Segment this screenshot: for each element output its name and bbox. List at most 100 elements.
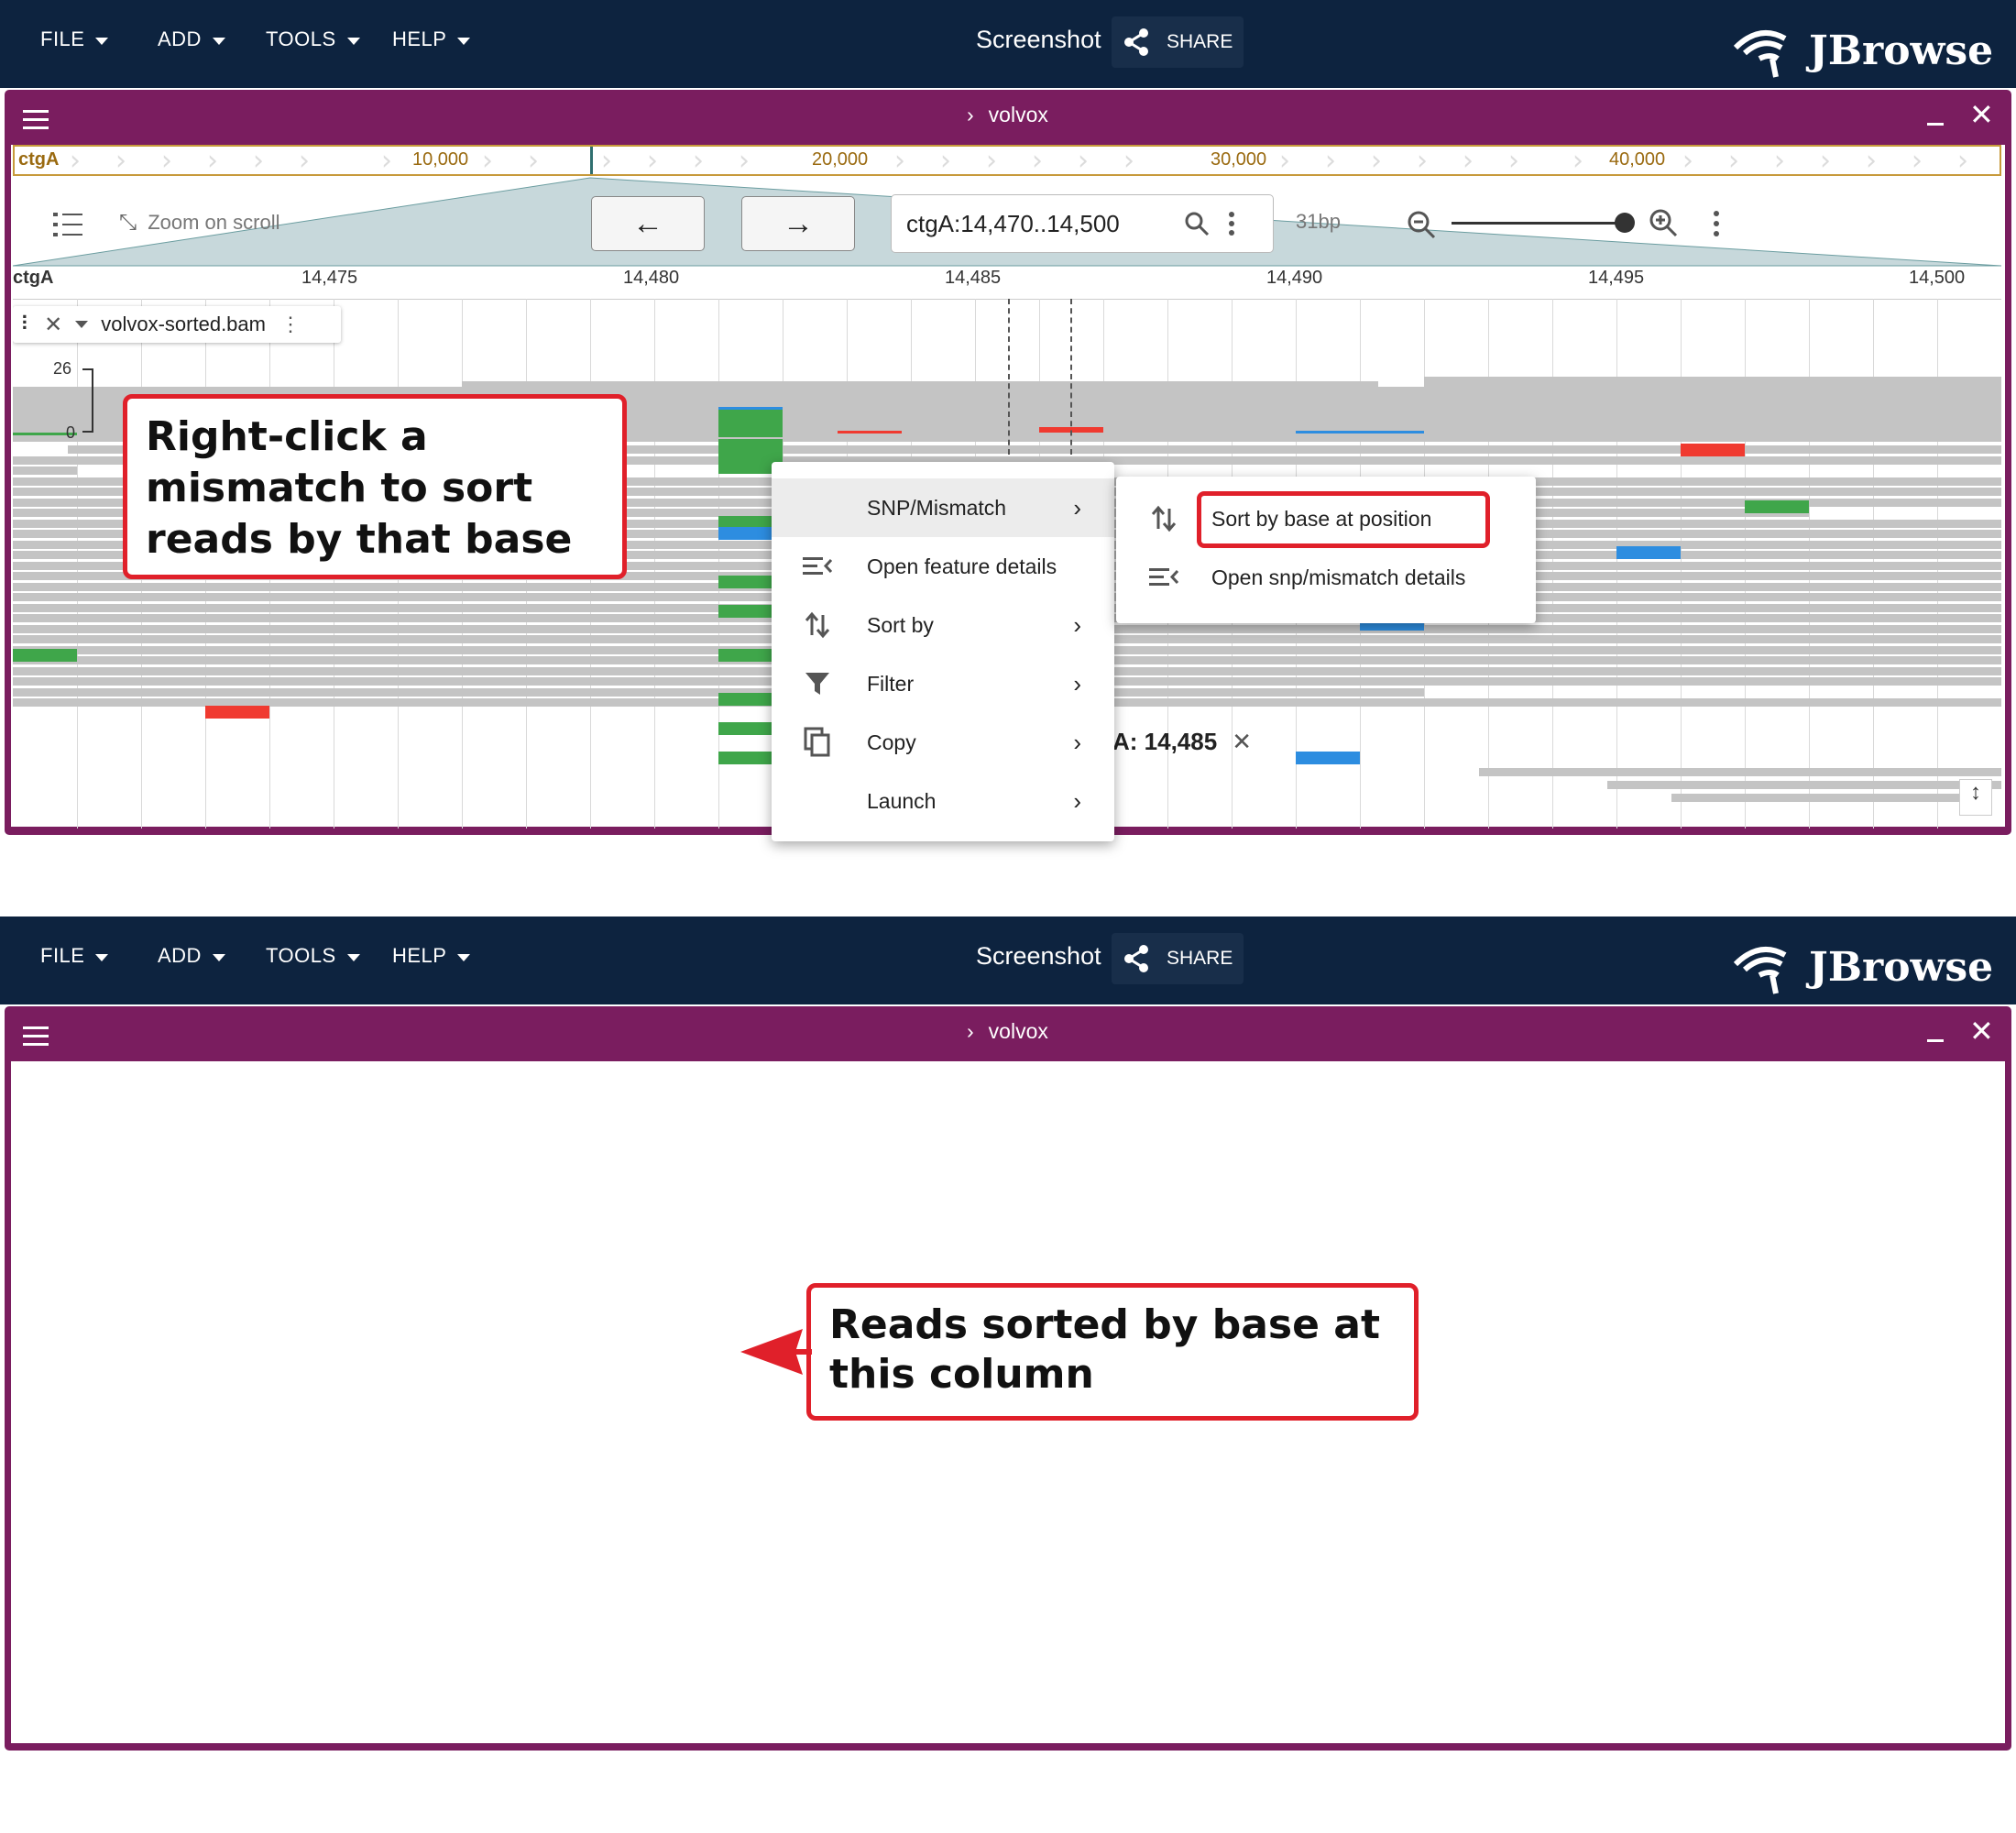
help-menu-button[interactable]: HELP [392, 944, 471, 968]
read-row[interactable] [1607, 781, 2001, 789]
view-header: › volvox ✕ [5, 1006, 2011, 1061]
minimize-icon[interactable] [1927, 1039, 1944, 1042]
add-menu-button[interactable]: ADD [158, 27, 225, 51]
location-value: ctgA:14,470..14,500 [906, 210, 1120, 237]
view-options-more-icon[interactable] [1712, 209, 1721, 238]
logo-text: JBrowse [1809, 27, 1994, 74]
coverage-snp-bar[interactable] [1296, 431, 1424, 434]
tools-menu-label: TOOLS [266, 27, 336, 50]
track-label[interactable]: ⠇ ✕ volvox-sorted.bam ⋮ [13, 306, 341, 343]
view-title[interactable]: › volvox [967, 1019, 1048, 1044]
mismatch-marker[interactable] [1681, 444, 1745, 456]
read-row[interactable] [1479, 768, 2001, 776]
close-view-icon[interactable]: ✕ [1969, 1014, 1994, 1048]
chevron-right-icon: › [1073, 610, 1081, 639]
add-menu-button[interactable]: ADD [158, 944, 225, 968]
menu-item-label: Sort by [867, 612, 934, 637]
chevron-right-icon: › [1073, 728, 1081, 756]
share-label: SHARE [1167, 948, 1233, 969]
more-vert-icon[interactable] [1227, 210, 1236, 237]
menu-item-label: Launch [867, 788, 937, 813]
tools-menu-button[interactable]: TOOLS [266, 27, 360, 51]
close-position-icon[interactable]: ✕ [1232, 728, 1252, 756]
menu-item-launch[interactable]: Launch › [772, 772, 1114, 830]
resize-height-icon[interactable]: ↕ [1959, 779, 1992, 816]
file-menu-button[interactable]: FILE [40, 944, 109, 968]
zoom-on-scroll-toggle[interactable]: ⤡ Zoom on scroll [119, 210, 279, 236]
close-view-icon[interactable]: ✕ [1969, 97, 1994, 132]
view-menu-icon[interactable] [23, 1026, 49, 1051]
bp-width-label: 31bp [1296, 210, 1341, 233]
mismatch-marker[interactable] [1296, 752, 1360, 764]
mismatch-marker[interactable] [205, 706, 269, 719]
coverage-min-label: 0 [66, 423, 76, 442]
share-button[interactable]: SHARE [1112, 16, 1244, 68]
mismatch-marker[interactable] [1616, 546, 1681, 559]
chevron-right-icon: › [967, 103, 974, 126]
chevron-right-icon: › [1073, 669, 1081, 697]
logo-text: JBrowse [1809, 943, 1994, 991]
swap-vert-icon [803, 610, 832, 640]
menu-item-open-feature-details[interactable]: Open feature details [772, 537, 1114, 596]
mismatch-marker[interactable] [13, 649, 77, 662]
coverage-bar [1424, 377, 2001, 388]
file-menu-button[interactable]: FILE [40, 27, 109, 51]
overview-scalebar[interactable]: › › › › › › › › › › › › › › › › › › › › › › › › › › › › › › › › › ctgA 1… [13, 145, 2001, 176]
caret-down-icon [95, 37, 109, 45]
share-label: SHARE [1167, 31, 1233, 52]
arrow-right-icon: → [783, 205, 814, 241]
chevron-right-icon: › [1073, 786, 1081, 815]
menu-item-snp-mismatch[interactable]: SNP/Mismatch › [772, 478, 1114, 537]
tools-menu-button[interactable]: TOOLS [266, 944, 360, 968]
view-header: › volvox ✕ [5, 90, 2011, 145]
track-menu-caret-icon[interactable] [75, 321, 89, 328]
callout-arrow-icon [740, 1329, 812, 1375]
track-selector-icon[interactable] [51, 209, 88, 240]
location-search-input[interactable]: ctgA:14,470..14,500 [891, 194, 1274, 253]
caret-down-icon [95, 953, 109, 961]
pan-right-button[interactable]: → [741, 196, 855, 251]
minimize-icon[interactable] [1927, 123, 1944, 126]
session-title[interactable]: Screenshot [976, 26, 1101, 54]
zoom-out-icon[interactable] [1406, 209, 1437, 240]
scalebar-tick: 14,490 [1266, 268, 1323, 288]
jbrowse-logo: JBrowse [1732, 22, 1993, 79]
drag-handle-icon[interactable]: ⠇ [20, 313, 35, 336]
zoom-slider-thumb[interactable] [1615, 213, 1635, 233]
menu-item-copy[interactable]: Copy › [772, 713, 1114, 772]
jbrowse-logo-icon [1733, 30, 1787, 78]
callout-top: Right-click a mismatch to sort reads by … [123, 394, 627, 579]
menu-item-sort-by[interactable]: Sort by › [772, 596, 1114, 654]
menu-item-filter[interactable]: Filter › [772, 654, 1114, 713]
share-icon [1124, 28, 1148, 56]
copy-icon [803, 727, 832, 757]
zoom-on-scroll-label: Zoom on scroll [148, 211, 280, 234]
track-more-icon[interactable]: ⋮ [280, 313, 301, 336]
add-menu-label: ADD [158, 944, 202, 967]
chevron-right-icon: › [967, 1019, 974, 1043]
overview-tick: 20,000 [812, 149, 869, 170]
share-button[interactable]: SHARE [1112, 933, 1244, 984]
close-track-icon[interactable]: ✕ [44, 312, 62, 338]
coverage-snp-bar[interactable] [718, 407, 783, 437]
pan-left-button[interactable]: ← [591, 196, 705, 251]
help-menu-button[interactable]: HELP [392, 27, 471, 51]
read-row[interactable] [13, 466, 77, 475]
read-row[interactable] [1671, 794, 1983, 802]
caret-down-icon [212, 37, 225, 45]
view-title[interactable]: › volvox [967, 103, 1048, 127]
tools-menu-label: TOOLS [266, 944, 336, 967]
zoom-slider[interactable] [1452, 222, 1626, 225]
overview-refname: ctgA [18, 149, 60, 170]
session-title[interactable]: Screenshot [976, 942, 1101, 971]
coverage-max-label: 26 [53, 359, 72, 378]
view-menu-icon[interactable] [23, 110, 49, 135]
coverage-snp-bar[interactable] [838, 431, 902, 434]
menu-item-label: SNP/Mismatch [867, 495, 1007, 520]
zoom-in-icon[interactable] [1648, 207, 1679, 238]
mismatch-marker[interactable] [1745, 500, 1809, 513]
context-menu: SNP/Mismatch › Open feature details Sort… [772, 462, 1114, 841]
search-icon[interactable] [1183, 210, 1211, 237]
menu-item-open-snp-details[interactable]: Open snp/mismatch details [1116, 548, 1536, 607]
menu-item-label: Filter [867, 671, 915, 696]
